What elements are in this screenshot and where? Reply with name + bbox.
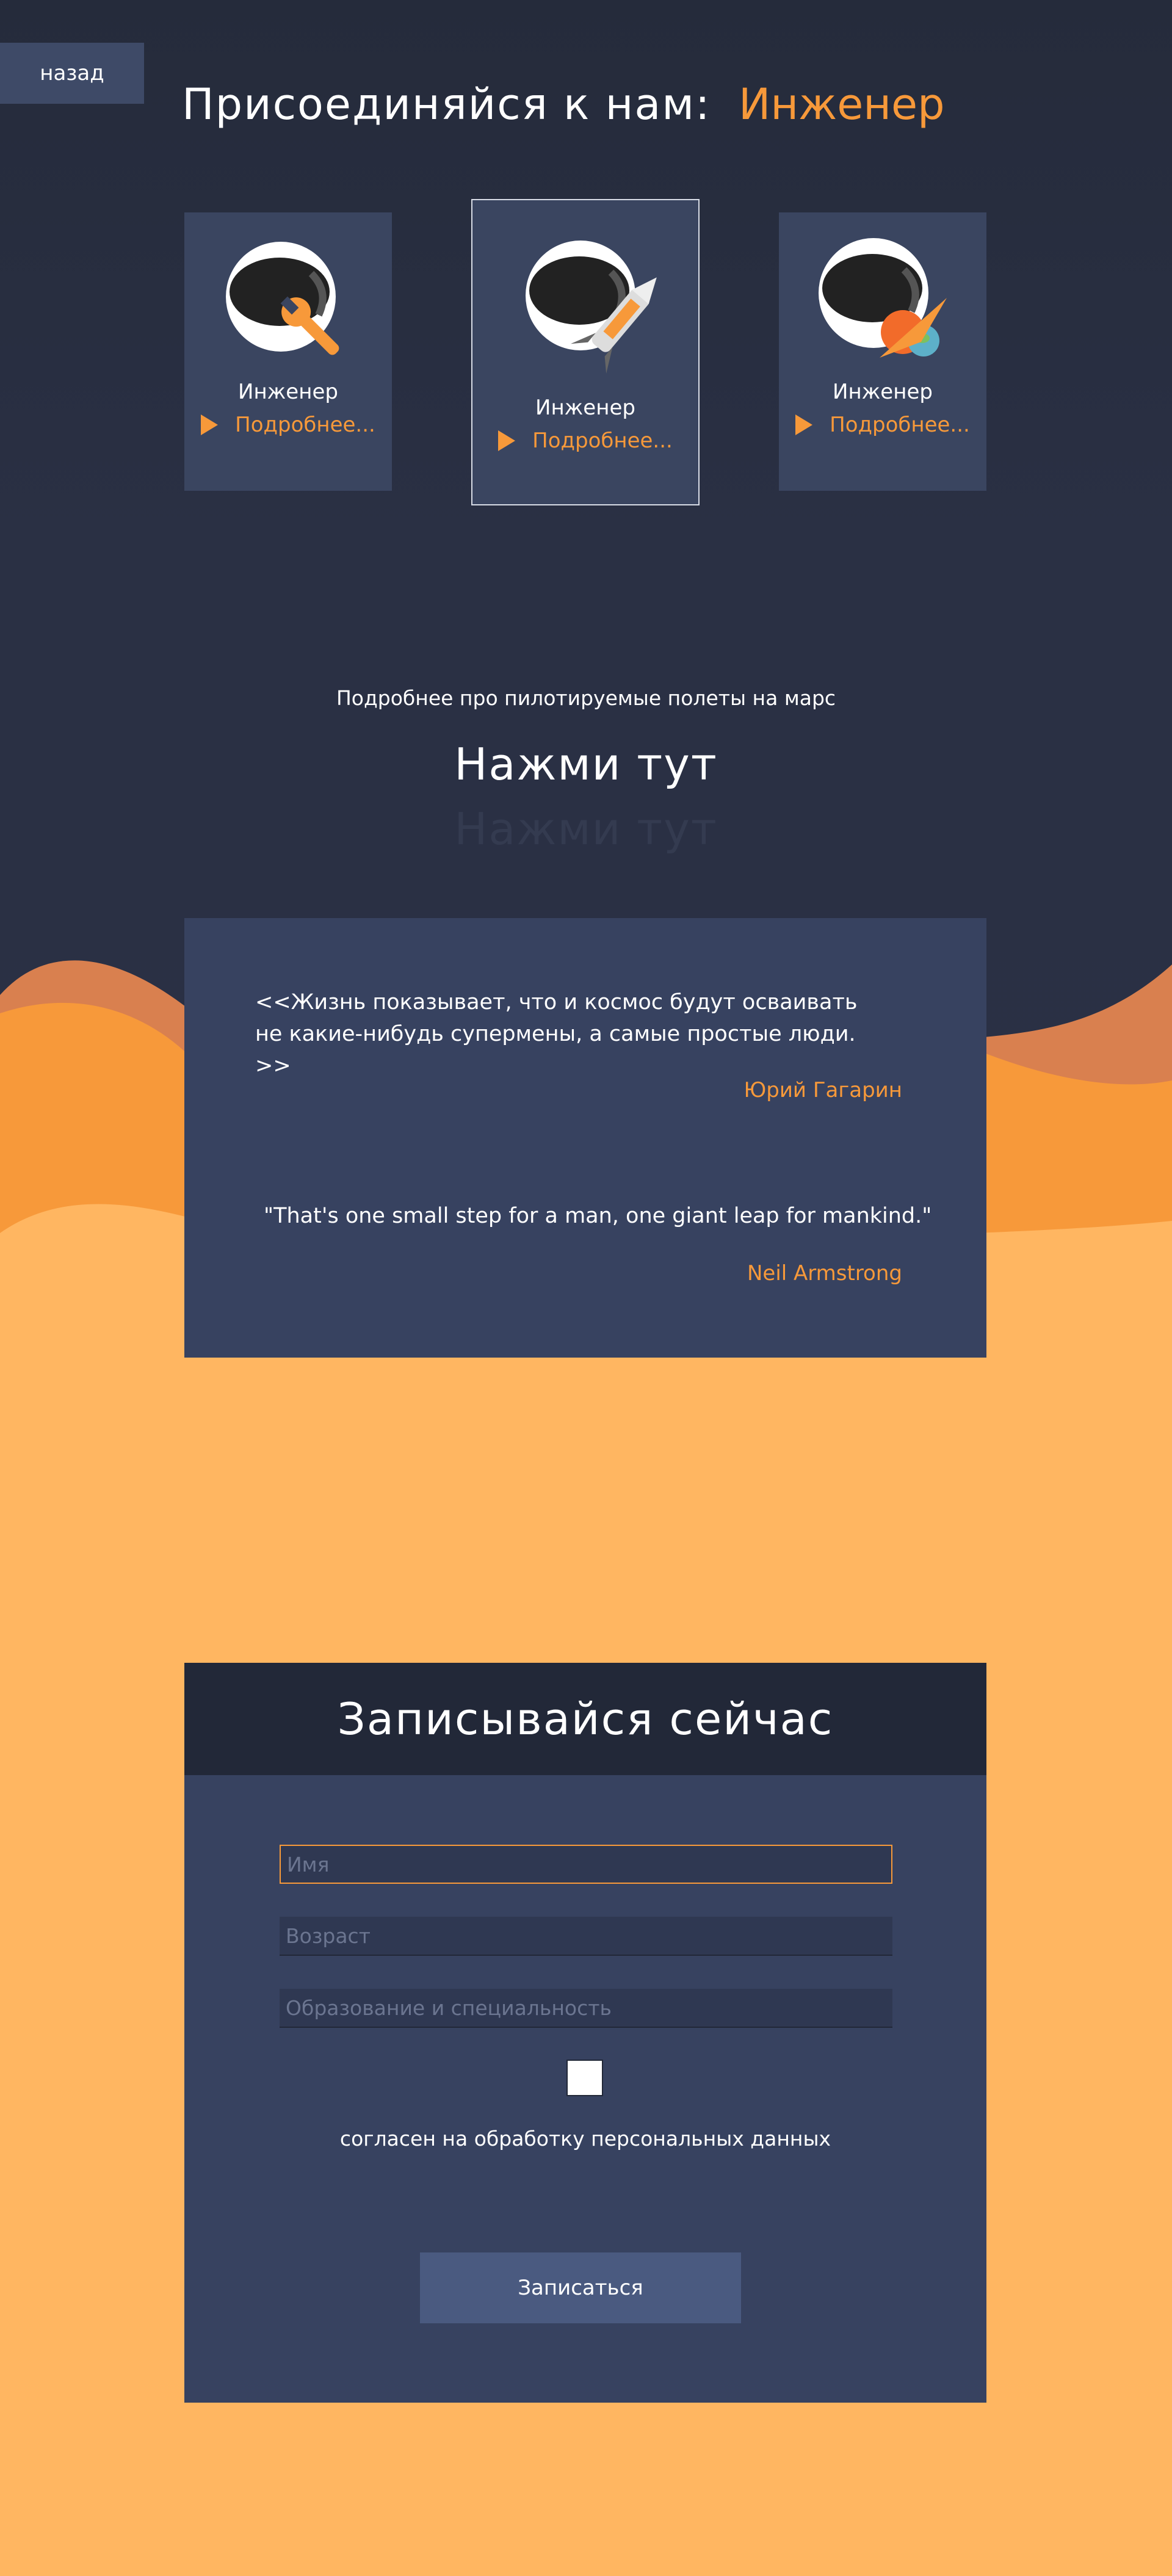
more-label: Подробнее... (830, 413, 970, 437)
join-title: Присоединяйся к нам: (182, 79, 711, 129)
role-card-engineer-3[interactable]: Инженер Подробнее... (779, 212, 986, 491)
click-here-reflection: Нажми тут (454, 803, 718, 855)
signup-form: Записывайся сейчас согласен на обработку… (184, 1663, 986, 2403)
age-input[interactable] (280, 1917, 892, 1956)
form-title: Записывайся сейчас (184, 1663, 986, 1775)
role-name: Инженер (833, 380, 933, 404)
more-link[interactable]: Подробнее... (184, 413, 392, 437)
quotes-panel: <<Жизнь показывает, что и космос будут о… (184, 918, 986, 1358)
mars-info-text: Подробнее про пилотируемые полеты на мар… (336, 686, 836, 710)
consent-checkbox[interactable] (566, 2060, 603, 2096)
role-name: Инженер (238, 380, 338, 404)
play-triangle-icon (498, 430, 516, 451)
quote-author: Юрий Гагарин (743, 1078, 902, 1102)
quote-author: Neil Armstrong (747, 1261, 902, 1286)
click-here-link[interactable]: Нажми тут (0, 739, 1172, 790)
education-input[interactable] (280, 1989, 892, 2028)
more-link[interactable]: Подробнее... (472, 429, 698, 453)
quote-text: "That's one small step for a man, one gi… (264, 1204, 932, 1228)
play-triangle-icon (795, 414, 813, 435)
consent-label: согласен на обработку персональных данны… (339, 2127, 831, 2151)
submit-button[interactable]: Записаться (420, 2252, 741, 2323)
more-label: Подробнее... (532, 429, 673, 453)
role-name: Инженер (535, 396, 635, 420)
quote-text: <<Жизнь показывает, что и космос будут о… (255, 990, 858, 1078)
astronaut-planet-icon (819, 238, 947, 358)
more-link[interactable]: Подробнее... (779, 413, 986, 437)
astronaut-wrench-icon (226, 242, 339, 355)
role-card-engineer-1[interactable]: Инженер Подробнее... (184, 212, 392, 491)
role-card-engineer-2[interactable]: Инженер Подробнее... (471, 199, 700, 505)
play-triangle-icon (201, 414, 219, 435)
selected-role: Инженер (739, 79, 945, 129)
name-input[interactable] (280, 1845, 892, 1884)
astronaut-rocket-icon (526, 241, 657, 374)
back-button[interactable]: назад (0, 43, 144, 104)
more-label: Подробнее... (235, 413, 375, 437)
